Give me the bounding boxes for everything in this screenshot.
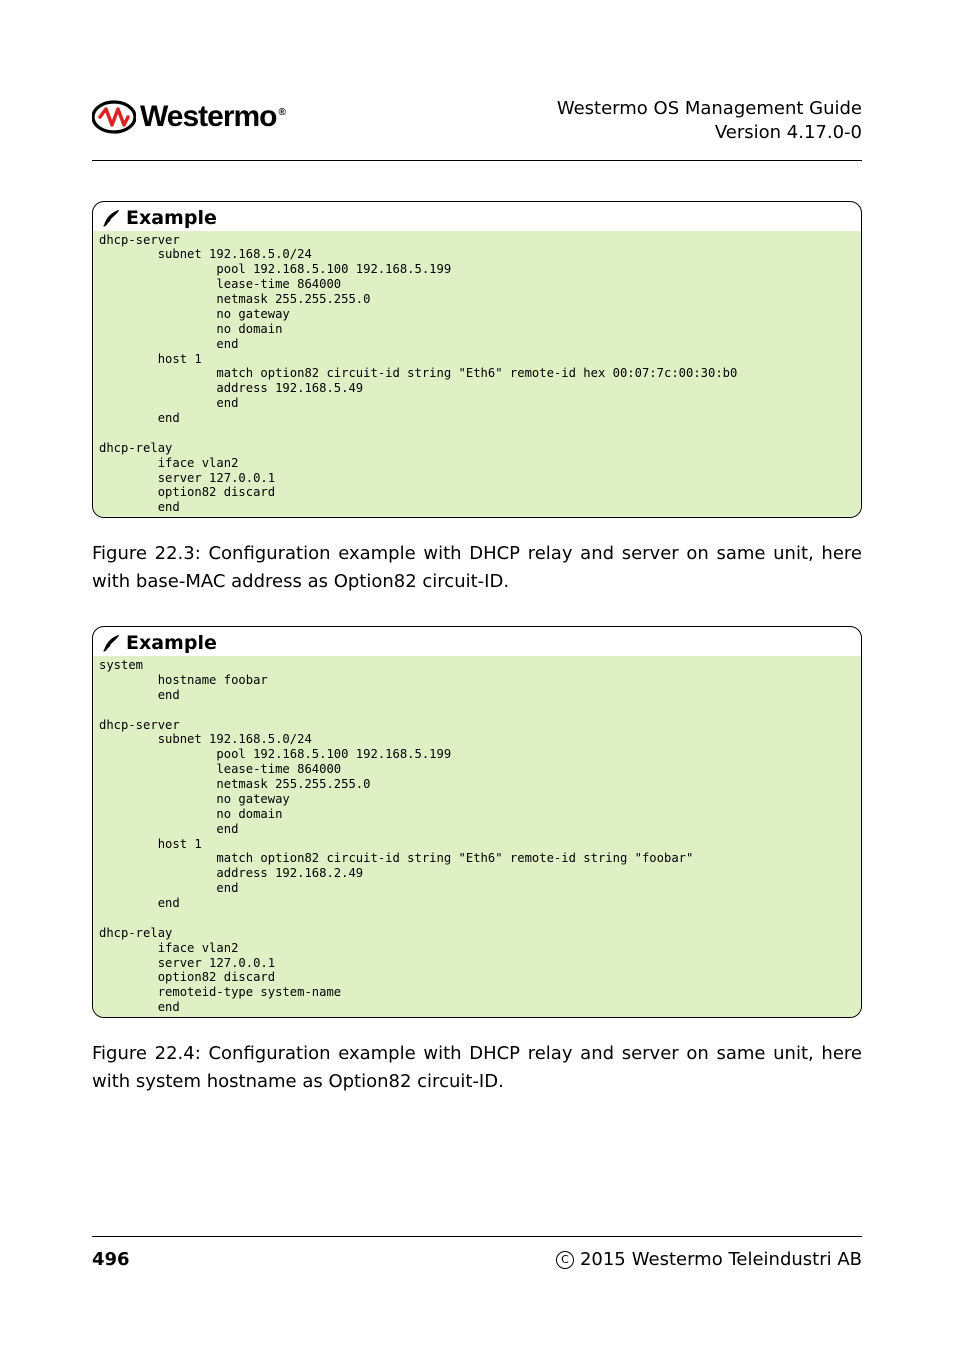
logo-mark-icon xyxy=(92,95,136,139)
figure-caption-2: Figure 22.4: Configuration example with … xyxy=(92,1040,862,1096)
figure-caption-1: Figure 22.3: Configuration example with … xyxy=(92,540,862,596)
example-box-2: Example system hostname foobar end dhcp-… xyxy=(92,626,862,1018)
copyright-year: 2015 xyxy=(580,1249,626,1270)
doc-version: Version 4.17.0-0 xyxy=(557,121,862,145)
logo: Westermo® xyxy=(92,95,285,139)
example-heading: Example xyxy=(93,627,861,656)
quill-icon xyxy=(101,632,123,654)
example-heading: Example xyxy=(93,202,861,231)
copyright-holder: Westermo Teleindustri AB xyxy=(632,1249,862,1270)
logo-text: Westermo® xyxy=(140,100,285,134)
page-header: Westermo® Westermo OS Management Guide V… xyxy=(92,95,862,161)
doc-title: Westermo OS Management Guide xyxy=(557,97,862,121)
page-footer: 496 C 2015 Westermo Teleindustri AB xyxy=(92,1236,862,1270)
copyright-icon: C xyxy=(556,1251,574,1269)
example-label: Example xyxy=(126,207,217,229)
code-block: dhcp-server subnet 192.168.5.0/24 pool 1… xyxy=(93,231,861,518)
header-title: Westermo OS Management Guide Version 4.1… xyxy=(557,95,862,146)
page-number: 496 xyxy=(92,1249,130,1270)
code-block: system hostname foobar end dhcp-server s… xyxy=(93,656,861,1017)
copyright: C 2015 Westermo Teleindustri AB xyxy=(556,1249,862,1270)
example-box-1: Example dhcp-server subnet 192.168.5.0/2… xyxy=(92,201,862,519)
example-label: Example xyxy=(126,632,217,654)
quill-icon xyxy=(101,207,123,229)
